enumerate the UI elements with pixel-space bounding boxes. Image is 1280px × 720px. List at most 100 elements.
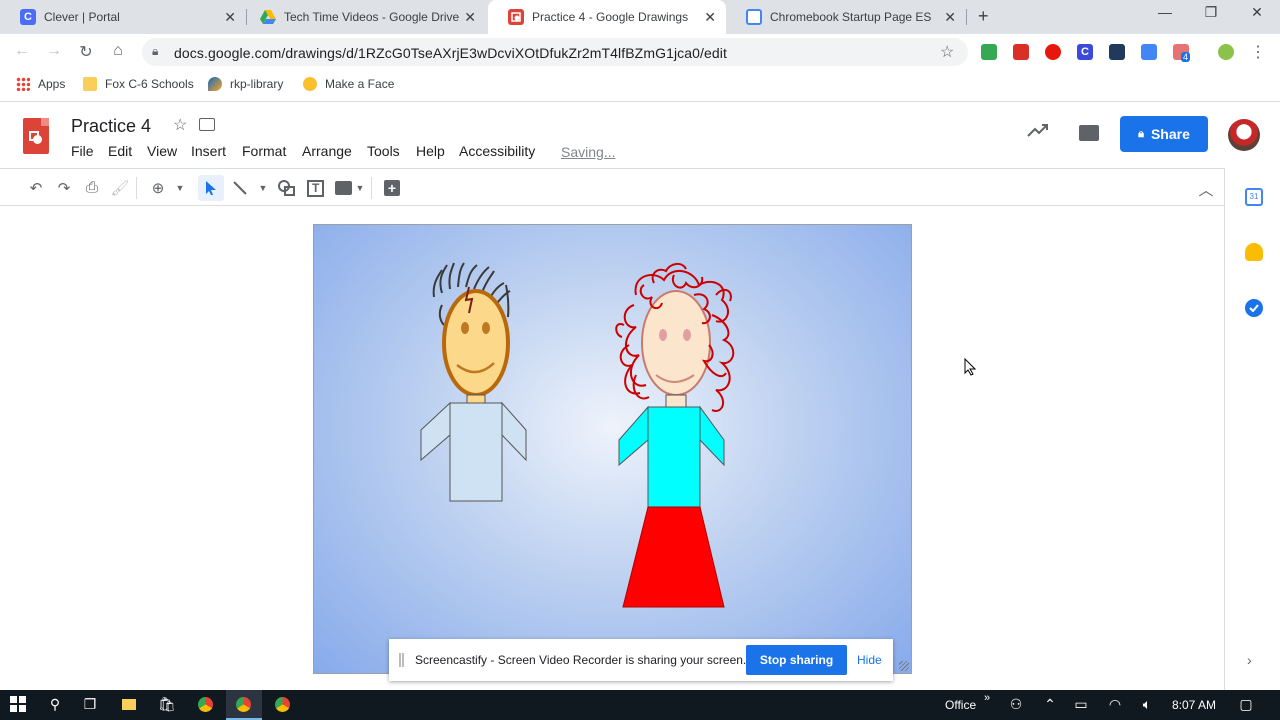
save-status[interactable]: Saving...	[561, 144, 615, 160]
tab-title: Chromebook Startup Page ES	[770, 10, 932, 24]
windows-taskbar: ⚲ ❐ 🛍︎ Office » ⚇ ⌃ ▭ ◠ 🔈︎ 8:07 AM ▢	[0, 690, 1280, 720]
bookmark-label: Apps	[38, 77, 66, 91]
bookmark-star-icon[interactable]: ☆	[940, 42, 954, 62]
drawing-canvas[interactable]	[313, 224, 912, 674]
stop-sharing-button[interactable]: Stop sharing	[746, 645, 847, 675]
text-box-icon[interactable]: T	[307, 180, 324, 197]
menu-insert[interactable]: Insert	[191, 143, 226, 159]
minimize-icon[interactable]: —	[1150, 4, 1180, 20]
bookmark-apps[interactable]: Apps	[16, 77, 65, 91]
chevron-down-icon[interactable]: ▼	[350, 183, 370, 193]
keep-icon[interactable]	[1245, 243, 1263, 261]
battery-icon[interactable]: ▭	[1071, 696, 1091, 714]
restore-icon[interactable]: ❐	[1196, 4, 1226, 21]
close-icon[interactable]: ✕	[704, 9, 716, 26]
add-comment-icon[interactable]: +	[384, 180, 400, 196]
chevron-down-icon[interactable]: ▼	[253, 183, 273, 193]
chevron-right-icon[interactable]: ›	[1247, 652, 1252, 668]
forward-icon[interactable]: →	[44, 42, 64, 60]
collapse-toolbar-icon[interactable]: ︿	[1196, 179, 1216, 200]
menu-edit[interactable]: Edit	[108, 143, 132, 159]
shape-tool-icon[interactable]	[278, 180, 295, 201]
tab-google-drawings[interactable]: Practice 4 - Google Drawings ✕	[488, 0, 726, 34]
google-drawings-logo-icon[interactable]	[23, 118, 49, 154]
bookmark-rkp-library[interactable]: rkp-library	[208, 77, 283, 91]
share-to-classroom-extension-icon[interactable]: 4	[1173, 44, 1191, 62]
notifications-icon[interactable]: ▢	[1236, 696, 1256, 714]
back-icon[interactable]: ←	[12, 42, 32, 60]
tab-clever[interactable]: C Clever | Portal ✕	[0, 0, 246, 34]
tasks-icon[interactable]	[1245, 299, 1263, 317]
people-icon[interactable]: ⚇	[1006, 696, 1026, 714]
undo-icon[interactable]: ↶	[26, 179, 46, 197]
tab-google-drive[interactable]: Tech Time Videos - Google Drive ✕	[240, 0, 486, 34]
account-avatar[interactable]	[1228, 119, 1260, 151]
zoom-icon[interactable]: ⊕	[148, 179, 168, 197]
menu-arrange[interactable]: Arrange	[302, 143, 352, 159]
more-vert-icon[interactable]: ⋮	[1248, 42, 1268, 62]
google-translate-extension-icon[interactable]	[1141, 44, 1157, 60]
comments-icon[interactable]	[1079, 125, 1099, 141]
move-folder-icon[interactable]	[199, 118, 215, 131]
chevron-right-icon[interactable]: »	[984, 692, 990, 704]
line-tool-icon[interactable]	[232, 180, 248, 201]
store-icon[interactable]: 🛍︎	[157, 696, 177, 714]
bookmark-make-a-face[interactable]: Make a Face	[303, 77, 394, 91]
menu-view[interactable]: View	[147, 143, 177, 159]
chevron-down-icon[interactable]: ▼	[170, 183, 190, 193]
volume-icon[interactable]: 🔈︎	[1137, 696, 1157, 714]
window-close-icon[interactable]: ✕	[1242, 4, 1272, 21]
close-icon[interactable]: ✕	[224, 9, 236, 26]
boy-figure[interactable]	[420, 262, 527, 502]
close-icon[interactable]: ✕	[464, 9, 476, 26]
windows-start-icon[interactable]	[8, 696, 28, 714]
bookmark-fox-schools[interactable]: Fox C-6 Schools	[83, 77, 194, 91]
new-tab-button[interactable]: +	[978, 6, 989, 27]
menu-accessibility[interactable]: Accessibility	[459, 143, 535, 159]
profile-avatar[interactable]	[1218, 44, 1234, 60]
chrome-icon[interactable]	[195, 696, 215, 714]
print-icon[interactable]: ⎙	[82, 179, 102, 196]
task-view-icon[interactable]: ❐	[80, 696, 100, 714]
tab-title: Tech Time Videos - Google Drive	[284, 10, 460, 24]
wifi-icon[interactable]: ◠	[1105, 696, 1125, 714]
hide-button[interactable]: Hide	[857, 653, 882, 667]
camera-extension-icon[interactable]	[1109, 44, 1125, 60]
canvas-resize-handle[interactable]	[899, 661, 909, 671]
mouse-cursor-icon	[964, 357, 977, 381]
drag-handle-icon[interactable]	[399, 653, 404, 667]
chrome-active-taskbar-item[interactable]	[226, 690, 262, 720]
file-explorer-icon[interactable]	[119, 696, 139, 714]
clever-icon: C	[20, 9, 36, 25]
chevron-up-icon[interactable]: ⌃	[1040, 696, 1060, 714]
chrome-icon	[236, 697, 251, 712]
share-button[interactable]: 🔒︎ Share	[1120, 116, 1208, 152]
document-title[interactable]: Practice 4	[71, 116, 151, 137]
clock-time[interactable]: 8:07 AM	[1172, 698, 1216, 712]
menu-format[interactable]: Format	[242, 143, 286, 159]
close-icon[interactable]: ✕	[944, 9, 956, 26]
google-classroom-extension-icon[interactable]	[981, 44, 997, 60]
reload-icon[interactable]: ↻	[76, 42, 96, 62]
calendar-icon[interactable]: 31	[1245, 188, 1263, 206]
drawing-artwork[interactable]	[314, 225, 912, 674]
clever-extension-icon[interactable]: C	[1077, 44, 1093, 60]
paint-format-icon[interactable]: 🖌︎	[110, 179, 130, 197]
chrome-icon[interactable]	[272, 696, 292, 714]
office-toolbar-label[interactable]: Office	[945, 698, 976, 712]
girl-figure[interactable]	[615, 263, 735, 608]
redo-icon[interactable]: ↷	[54, 179, 74, 197]
menu-help[interactable]: Help	[416, 143, 445, 159]
search-icon[interactable]: ⚲	[45, 696, 65, 714]
home-icon[interactable]: ⌂	[108, 42, 128, 60]
address-bar[interactable]: 🔒︎ docs.google.com/drawings/d/1RZcG0TseA…	[142, 38, 968, 66]
screencastify-extension-icon[interactable]	[1013, 44, 1029, 60]
adblock-extension-icon[interactable]	[1045, 44, 1061, 60]
select-tool[interactable]	[198, 175, 224, 201]
tab-chromebook-startup[interactable]: Chromebook Startup Page ES ✕	[726, 0, 966, 34]
extension-badge: 4	[1181, 52, 1191, 62]
activity-dashboard-icon[interactable]	[1027, 123, 1049, 142]
menu-tools[interactable]: Tools	[367, 143, 400, 159]
menu-file[interactable]: File	[71, 143, 94, 159]
star-icon[interactable]: ☆	[173, 115, 187, 135]
